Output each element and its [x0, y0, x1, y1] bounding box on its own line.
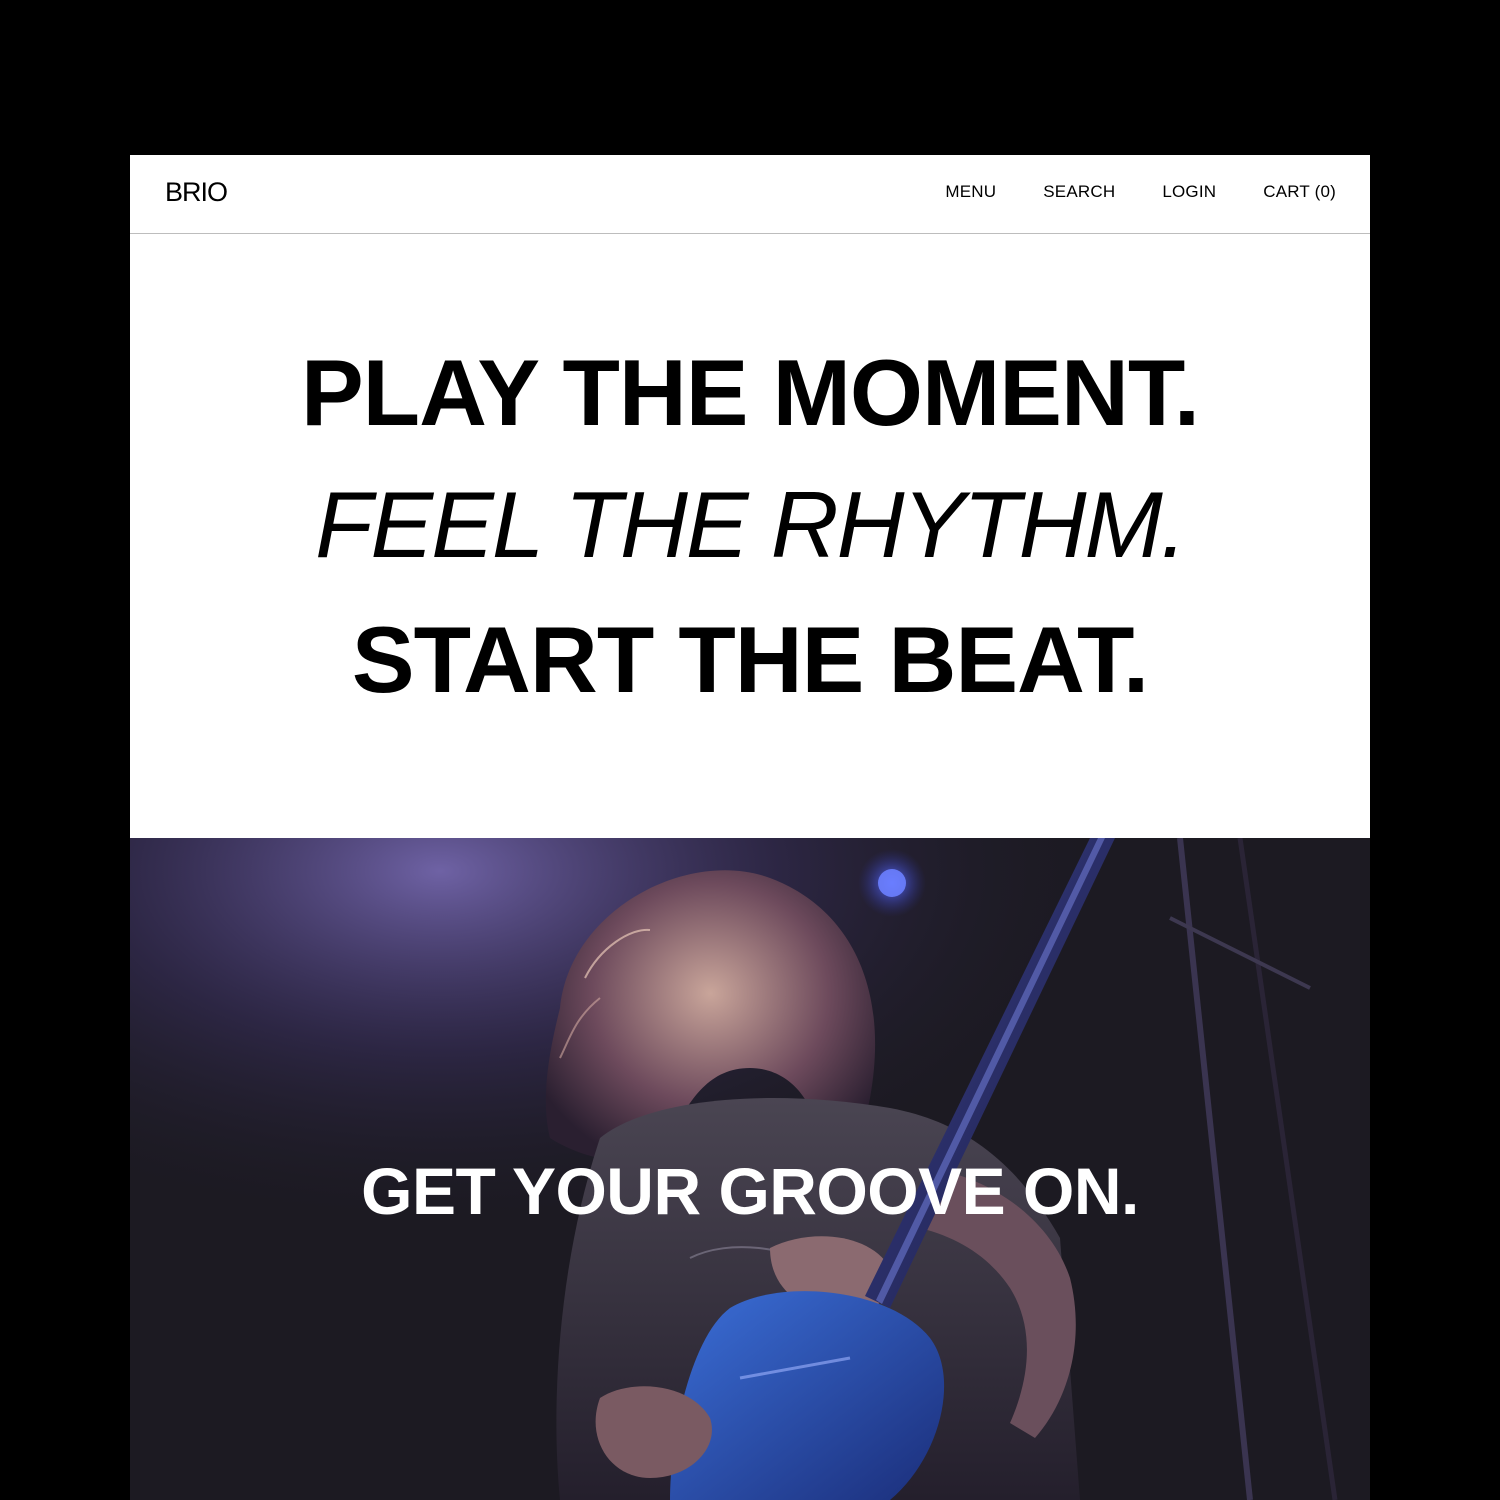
- nav-login-link[interactable]: LOGIN: [1162, 182, 1216, 202]
- hero-banner-image: GET YOUR GROOVE ON.: [130, 838, 1370, 1500]
- hero-line-2: FEEL THE RHYTHM.: [315, 472, 1187, 577]
- nav-cart-link[interactable]: CART (0): [1263, 182, 1336, 202]
- browser-page: BRIO MENU SEARCH LOGIN CART (0) PLAY THE…: [130, 155, 1370, 1500]
- main-nav: MENU SEARCH LOGIN CART (0): [945, 182, 1336, 202]
- banner-caption: GET YOUR GROOVE ON.: [361, 1154, 1139, 1228]
- nav-search-link[interactable]: SEARCH: [1043, 182, 1115, 202]
- site-header: BRIO MENU SEARCH LOGIN CART (0): [130, 155, 1370, 234]
- hero-headline: PLAY THE MOMENT. FEEL THE RHYTHM. START …: [130, 233, 1370, 838]
- brand-logo[interactable]: BRIO: [165, 177, 228, 208]
- nav-menu-link[interactable]: MENU: [945, 182, 996, 202]
- hero-line-1: PLAY THE MOMENT.: [300, 340, 1200, 445]
- hero-line-3: START THE BEAT.: [351, 607, 1149, 712]
